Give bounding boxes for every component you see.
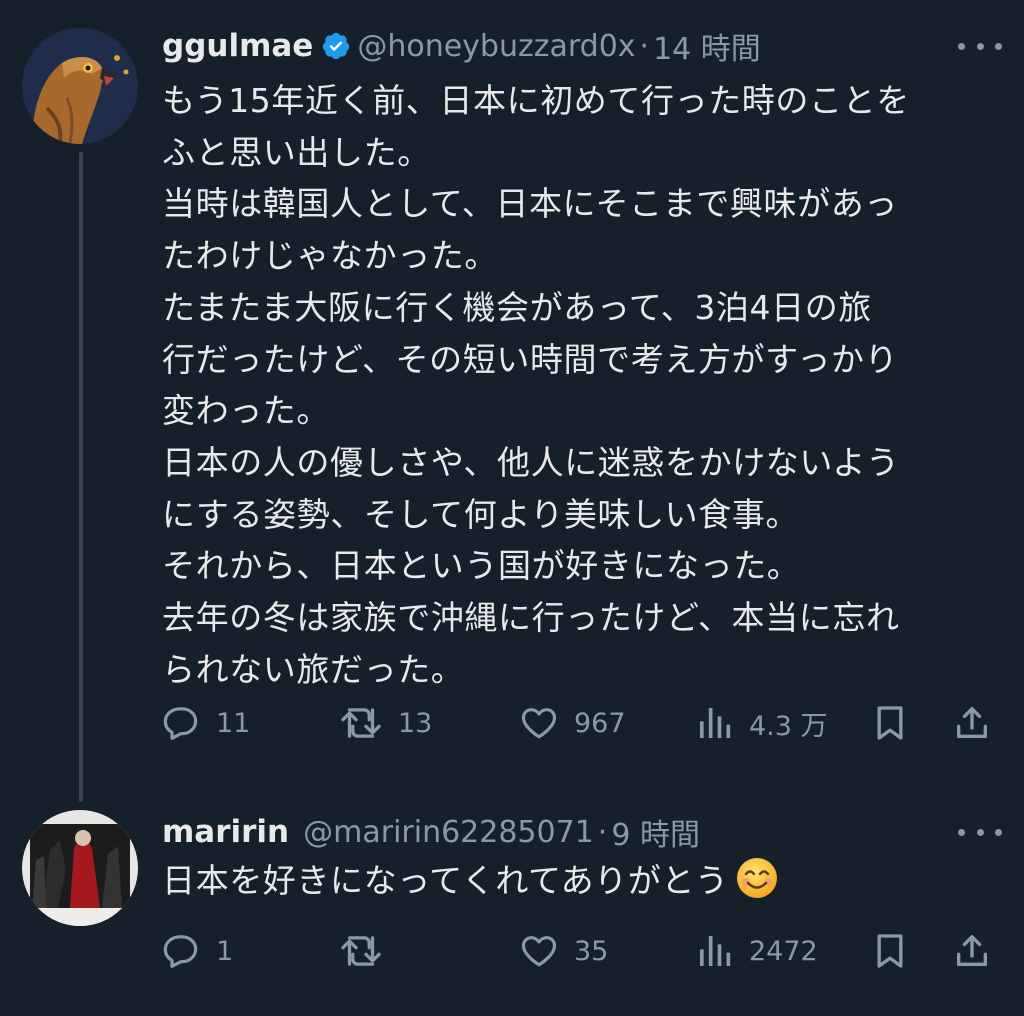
- smiling-face-icon: [735, 856, 779, 900]
- retweet-count: 13: [398, 707, 433, 739]
- like-icon: [521, 936, 557, 967]
- reply-more-icon[interactable]: [958, 822, 1002, 842]
- tweet-text: もう15年近く前、日本に初めて行った時のことを ふと思い出した。当時は韓国人として…: [162, 75, 992, 695]
- reply-display-name[interactable]: maririn: [162, 814, 289, 850]
- band-photo-avatar-image: [22, 810, 138, 926]
- hawk-avatar-image: [22, 28, 138, 144]
- views-button[interactable]: 4.3 万: [695, 698, 828, 748]
- separator-dot: ·: [639, 28, 650, 64]
- reply-reply-button[interactable]: 1: [162, 926, 233, 976]
- reply-timestamp[interactable]: 9 時間: [611, 810, 700, 854]
- tweet-text-line: たまたま大阪に行く機会があって、3泊4日の旅: [162, 287, 872, 327]
- reply-like-count: 35: [574, 935, 609, 967]
- reply-like-button[interactable]: 35: [518, 926, 608, 976]
- tweet-text-line: 変わった。: [162, 391, 330, 431]
- timestamp[interactable]: 14 時間: [653, 24, 761, 68]
- more-icon[interactable]: [958, 36, 1002, 56]
- reply-text-line: 日本を好きになってくれてありがとう: [162, 855, 992, 907]
- retweet-icon: [341, 936, 381, 966]
- tweet-text-line: 行だったけど、その短い時間で考え方がすっかり: [162, 339, 899, 379]
- thread-connector: [79, 152, 83, 802]
- reply-text: 日本を好きになってくれてありがとう: [162, 861, 729, 900]
- like-icon: [521, 708, 557, 739]
- verified-icon: [321, 31, 351, 61]
- reply-header: maririn @maririn62285071 · 9 時間: [162, 810, 700, 854]
- reply-icon: [163, 935, 198, 968]
- reply-bookmark-button[interactable]: [870, 926, 910, 976]
- reply-reply-count: 1: [216, 935, 234, 967]
- handle[interactable]: @honeybuzzard0x: [357, 29, 635, 64]
- display-name[interactable]: ggulmae: [162, 28, 313, 64]
- reply-count: 11: [216, 707, 251, 739]
- tweet-text-line: たわけじゃなかった。: [162, 236, 498, 276]
- like-count: 967: [574, 707, 626, 739]
- tweet-header: ggulmae @honeybuzzard0x · 14 時間: [162, 24, 761, 68]
- tweet-text-line: 日本の人の優しさや、他人に迷惑をかけないよう: [162, 442, 900, 482]
- reply-views-count: 2472: [749, 935, 818, 967]
- views-count: 4.3 万: [749, 710, 828, 742]
- reply-actions: 1 35 2472: [162, 926, 994, 976]
- reply-icon: [163, 707, 198, 740]
- avatar-maririn[interactable]: [22, 810, 138, 926]
- tweet-text-line: られない旅だった。: [162, 649, 465, 689]
- share-icon: [957, 707, 987, 738]
- tweet-text-line: もう15年近く前、日本に初めて行った時のことを: [162, 81, 910, 120]
- share-button[interactable]: [952, 698, 992, 748]
- reply-retweet-button[interactable]: [338, 926, 398, 976]
- tweet-actions: 11 13 967 4.3 万: [162, 698, 994, 748]
- like-button[interactable]: 967: [518, 698, 626, 748]
- retweet-button[interactable]: 13: [338, 698, 432, 748]
- reply-views-button[interactable]: 2472: [695, 926, 818, 976]
- bookmark-button[interactable]: [870, 698, 910, 748]
- bookmark-icon: [877, 934, 903, 968]
- reply-separator-dot: ·: [597, 814, 608, 850]
- tweet-text-line: 去年の冬は家族で沖縄に行ったけど、本当に忘れ: [162, 598, 900, 638]
- retweet-icon: [341, 708, 381, 738]
- reply-button[interactable]: 11: [162, 698, 250, 748]
- views-icon: [700, 936, 731, 966]
- reply-handle[interactable]: @maririn62285071: [303, 815, 594, 850]
- bookmark-icon: [877, 706, 903, 740]
- tweet-text-line: ふと思い出した。: [162, 132, 431, 172]
- tweet-text-line: にする姿勢、そして何より美味しい食事。: [162, 494, 800, 534]
- avatar-ggulmae[interactable]: [22, 28, 138, 144]
- tweet-text-line: 当時は韓国人として、日本にそこまで興味があっ: [162, 184, 898, 224]
- views-icon: [700, 708, 731, 738]
- reply-share-button[interactable]: [952, 926, 992, 976]
- tweet-text-line: それから、日本という国が好きになった。: [162, 546, 801, 586]
- share-icon: [957, 935, 987, 966]
